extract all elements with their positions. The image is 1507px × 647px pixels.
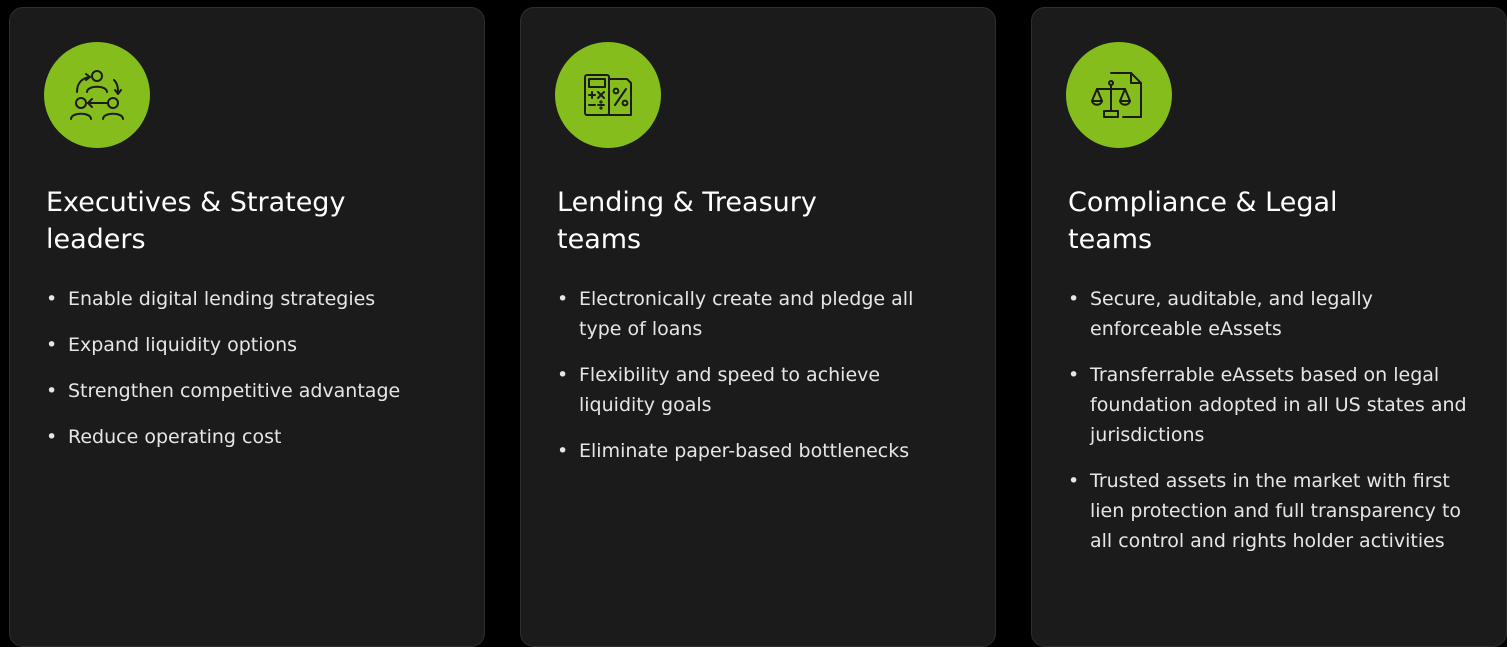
icon-badge [555,42,661,148]
list-item-text: Eliminate paper-based bottlenecks [579,440,910,462]
list-item-text: Transferrable eAssets based on legal fou… [1090,364,1467,446]
card-title: Compliance & Legal teams [1068,184,1468,258]
bullet-list: • Electronically create and pledge all ty… [557,284,927,482]
list-item: • Reduce operating cost [46,422,466,452]
list-item-text: Enable digital lending strategies [68,288,376,310]
card-title-line1: Compliance & Legal [1068,187,1338,218]
list-item: • Electronically create and pledge all ty… [557,284,927,344]
bullet-icon: • [46,380,58,402]
list-item: • Transferrable eAssets based on legal fo… [1068,360,1468,450]
bullet-list: • Enable digital lending strategies • Expa… [46,284,466,468]
bullet-icon: • [557,288,569,310]
icon-badge [44,42,150,148]
icon-badge [1066,42,1172,148]
bullet-icon: • [557,440,569,462]
card-compliance-legal: Compliance & Legal teams • Secure, audita… [1031,7,1507,647]
list-item-text: Trusted assets in the market with first … [1090,470,1462,552]
card-title-line2: leaders [46,224,146,255]
bullet-icon: • [46,426,58,448]
bullet-icon: • [1068,470,1080,492]
bullet-icon: • [1068,364,1080,386]
list-item-text: Expand liquidity options [68,334,298,356]
bullet-icon: • [1068,288,1080,310]
card-title: Lending & Treasury teams [557,184,957,258]
list-item-text: Secure, auditable, and legally enforceab… [1090,288,1373,340]
legal-scale-document-icon [1091,72,1142,118]
card-title: Executives & Strategy leaders [46,184,446,258]
bullet-icon: • [46,334,58,356]
card-title-line1: Executives & Strategy [46,187,346,218]
card-executives-strategy: Executives & Strategy leaders • Enable di… [9,7,485,647]
list-item: • Flexibility and speed to achieve liquid… [557,360,927,420]
bullet-icon: • [557,364,569,386]
list-item: • Secure, auditable, and legally enforcea… [1068,284,1468,344]
bullet-icon: • [46,288,58,310]
list-item: • Strengthen competitive advantage [46,376,466,406]
list-item: • Eliminate paper-based bottlenecks [557,436,927,466]
list-item-text: Reduce operating cost [68,426,282,448]
card-title-line1: Lending & Treasury [557,187,817,218]
list-item-text: Electronically create and pledge all typ… [579,288,914,340]
card-title-line2: teams [557,224,642,255]
card-lending-treasury: Lending & Treasury teams • Electronically… [520,7,996,647]
calculator-percent-icon [584,74,632,116]
list-item-text: Flexibility and speed to achieve liquidi… [579,364,881,416]
bullet-list: • Secure, auditable, and legally enforcea… [1068,284,1468,572]
team-exchange-icon [70,70,124,120]
list-item: • Enable digital lending strategies [46,284,466,314]
list-item: • Trusted assets in the market with first… [1068,466,1468,556]
list-item-text: Strengthen competitive advantage [68,380,401,402]
card-title-line2: teams [1068,224,1153,255]
list-item: • Expand liquidity options [46,330,466,360]
